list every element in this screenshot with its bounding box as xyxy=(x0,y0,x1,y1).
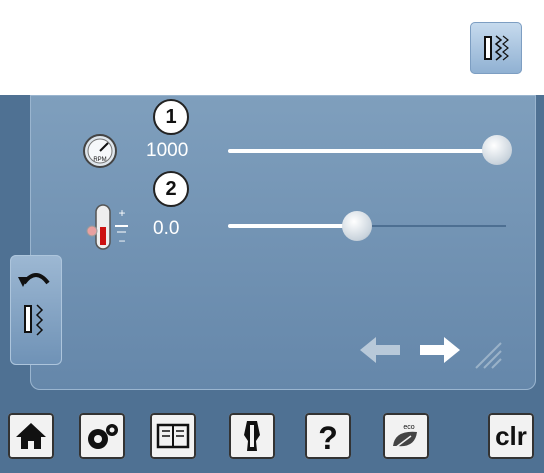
settings-button[interactable] xyxy=(79,413,125,459)
help-icon: ? xyxy=(318,420,338,453)
screen: 1 2 RPM 1000 + − 0.0 ? eco clr xyxy=(0,95,544,473)
tension-slider-empty[interactable] xyxy=(370,225,506,227)
eco-icon: eco xyxy=(393,424,417,449)
tutorial-icon xyxy=(156,423,190,449)
svg-text:RPM: RPM xyxy=(93,157,106,163)
speed-value: 1000 xyxy=(146,140,189,161)
speedometer-icon: RPM xyxy=(83,134,117,168)
thread-tension-icon: + − xyxy=(86,204,128,250)
tension-value: 0.0 xyxy=(153,218,180,239)
sewing-guide-button[interactable] xyxy=(229,413,275,459)
marker-2: 2 xyxy=(153,171,189,207)
svg-text:−: − xyxy=(118,234,125,248)
tutorial-button[interactable] xyxy=(150,413,196,459)
tension-slider-filled[interactable] xyxy=(228,224,356,228)
arrow-left-icon[interactable] xyxy=(360,335,402,365)
help-button[interactable]: ? xyxy=(305,413,351,459)
clear-button[interactable]: clr xyxy=(488,413,534,459)
speed-slider-knob[interactable] xyxy=(482,135,512,165)
home-icon xyxy=(16,423,46,449)
settings-icon xyxy=(88,424,118,449)
svg-text:+: + xyxy=(118,206,125,220)
eco-button[interactable]: eco xyxy=(383,413,429,459)
speed-slider-track[interactable] xyxy=(228,149,494,153)
marker-1: 1 xyxy=(153,99,189,135)
arrow-right-icon[interactable] xyxy=(418,335,460,365)
svg-text:eco: eco xyxy=(403,424,414,431)
back-stitch-tab-icon xyxy=(18,273,50,336)
tension-slider-knob[interactable] xyxy=(342,211,372,241)
resize-grip-icon xyxy=(475,342,502,369)
stitch-pattern-icon xyxy=(484,35,509,61)
stitch-pattern-button[interactable] xyxy=(470,22,522,74)
svg-text:?: ? xyxy=(318,420,338,453)
home-button[interactable] xyxy=(8,413,54,459)
sewing-guide-icon xyxy=(244,421,260,451)
back-stitch-tab[interactable] xyxy=(10,255,62,365)
